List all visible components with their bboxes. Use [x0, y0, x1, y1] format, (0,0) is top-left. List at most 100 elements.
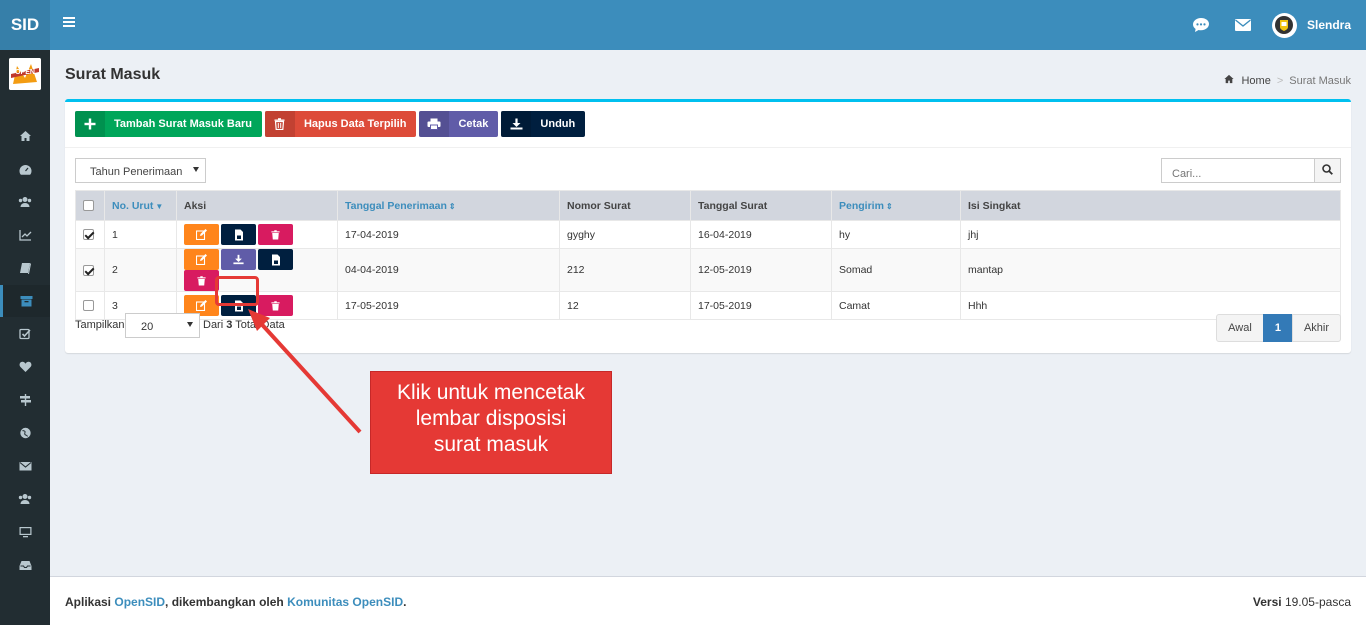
total-prefix: Dari	[203, 319, 224, 331]
header-tanggal-penerimaan[interactable]: Tanggal Penerimaan ⇕	[337, 190, 560, 221]
heart-icon[interactable]	[0, 351, 50, 383]
book-icon[interactable]	[0, 252, 50, 284]
header-tanggal-penerimaan-label: Tanggal Penerimaan	[345, 199, 447, 212]
community-link[interactable]: Komunitas OpenSID	[287, 595, 403, 609]
envelope-icon[interactable]	[0, 450, 50, 482]
table-row: 1 17-04-2019 gyghy 16-04-2019 hy jhj	[75, 220, 1341, 249]
footer-middle: , dikembangkan oleh	[165, 595, 284, 609]
comments-icon[interactable]	[1180, 0, 1222, 50]
page-title: Surat Masuk	[65, 66, 161, 83]
download-button[interactable]: Unduh	[501, 111, 586, 137]
signpost-icon[interactable]	[0, 384, 50, 416]
dashboard-icon[interactable]	[0, 154, 50, 186]
total-suffix: Total Data	[235, 319, 285, 331]
download-label: Unduh	[540, 118, 576, 130]
page-size-select[interactable]: 20	[125, 313, 200, 338]
avatar	[1271, 12, 1297, 38]
chevron-down-icon	[193, 167, 199, 172]
sort-icon: ⇕	[448, 201, 456, 211]
divider	[65, 147, 1351, 148]
users-icon[interactable]	[0, 186, 50, 218]
breadcrumb-home-link[interactable]: Home	[1241, 75, 1270, 87]
inbox-icon[interactable]	[0, 549, 50, 581]
search-icon	[1322, 163, 1333, 178]
row-checkbox[interactable]	[83, 229, 94, 241]
nomor-surat-cell: gyghy	[559, 220, 691, 249]
breadcrumb-separator: >	[1276, 74, 1284, 87]
download-icon	[501, 111, 532, 137]
no-urut-cell: 2	[104, 248, 177, 292]
group-icon[interactable]	[0, 483, 50, 515]
print-label: Cetak	[458, 118, 489, 130]
pengirim-cell: Somad	[831, 248, 961, 292]
header-no-urut[interactable]: No. Urut ▼	[104, 190, 177, 221]
version-value: 19.05-pasca	[1284, 595, 1351, 609]
row-checkbox[interactable]	[83, 300, 94, 312]
header-tanggal-surat-label: Tanggal Surat	[698, 199, 768, 212]
desktop-icon[interactable]	[0, 516, 50, 548]
page-first-button[interactable]: Awal	[1216, 314, 1264, 342]
delete-selected-button[interactable]: Hapus Data Terpilih	[264, 111, 417, 137]
delete-button[interactable]	[258, 295, 293, 316]
page-footer: Aplikasi OpenSID, dikembangkan oleh Komu…	[50, 576, 1366, 625]
user-name: Slendra	[1306, 18, 1351, 32]
edit-button[interactable]	[184, 249, 219, 270]
page-size-value: 20	[141, 321, 154, 333]
header-isi-label: Isi Singkat	[968, 199, 1021, 212]
row-select-cell	[75, 220, 105, 249]
toolbar: Tambah Surat Masuk Baru Hapus Data Terpi…	[75, 111, 586, 137]
total-count: 3	[226, 319, 233, 331]
print-disposisi-button[interactable]	[221, 224, 256, 245]
select-all-checkbox[interactable]	[83, 200, 94, 212]
delete-button[interactable]	[184, 270, 219, 291]
total-data-text: Dari 3 Total Data	[203, 319, 285, 331]
isi-singkat-cell: jhj	[960, 220, 1341, 249]
nomor-surat-cell: 212	[559, 248, 691, 292]
print-button[interactable]: Cetak	[419, 111, 499, 137]
globe-icon[interactable]	[0, 417, 50, 449]
user-menu[interactable]: Slendra	[1264, 0, 1366, 50]
annotation-callout: Klik untuk mencetak lembar disposisi sur…	[370, 371, 612, 474]
page-current-button[interactable]: 1	[1262, 314, 1293, 342]
app-logo[interactable]: SID	[0, 0, 50, 50]
chart-icon[interactable]	[0, 219, 50, 251]
aksi-cell	[176, 220, 338, 249]
tanggal-surat-cell: 12-05-2019	[690, 248, 832, 292]
check-square-icon[interactable]	[0, 318, 50, 350]
home-icon	[1223, 74, 1235, 87]
search-button[interactable]	[1315, 158, 1341, 183]
add-surat-label: Tambah Surat Masuk Baru	[114, 118, 252, 130]
year-filter-value: Tahun Penerimaan	[90, 166, 183, 178]
no-urut-cell: 1	[104, 220, 177, 249]
header-no-label: No. Urut	[112, 199, 154, 212]
home-icon[interactable]	[0, 120, 50, 152]
download-attachment-button[interactable]	[221, 249, 256, 270]
row-checkbox[interactable]	[83, 264, 94, 276]
table-header-row: No. Urut ▼ Aksi Tanggal Penerimaan ⇕ Nomor…	[75, 190, 1341, 221]
pengirim-cell: hy	[831, 220, 961, 249]
archive-icon[interactable]	[0, 285, 50, 317]
menu-toggle-icon[interactable]	[62, 15, 80, 33]
header-tanggal-surat: Tanggal Surat	[690, 190, 832, 221]
delete-selected-label: Hapus Data Terpilih	[303, 118, 407, 130]
header-pengirim[interactable]: Pengirim ⇕	[831, 190, 961, 221]
search-input[interactable]	[1161, 158, 1315, 183]
header-aksi: Aksi	[176, 190, 338, 221]
breadcrumb-current: Surat Masuk	[1289, 74, 1351, 87]
print-disposisi-button[interactable]	[258, 249, 293, 270]
page-last-button[interactable]: Akhir	[1291, 314, 1341, 342]
footer-suffix: .	[403, 595, 407, 609]
tanggal-surat-cell: 16-04-2019	[690, 220, 832, 249]
envelope-icon[interactable]	[1222, 0, 1264, 50]
year-filter-select[interactable]: Tahun Penerimaan	[75, 158, 206, 183]
village-logo[interactable]: OPEN	[9, 58, 41, 90]
table-row: 2 04-04-2019 212 12-05-2019 Somad mantap	[75, 248, 1341, 292]
sidebar: OPEN	[0, 50, 50, 625]
delete-button[interactable]	[258, 224, 293, 245]
edit-button[interactable]	[184, 224, 219, 245]
add-surat-button[interactable]: Tambah Surat Masuk Baru	[75, 111, 262, 137]
opensid-link[interactable]: OpenSID	[114, 595, 165, 609]
tanggal-penerimaan-cell: 04-04-2019	[337, 248, 560, 292]
nomor-surat-cell: 12	[559, 291, 691, 320]
isi-singkat-cell: mantap	[960, 248, 1341, 292]
